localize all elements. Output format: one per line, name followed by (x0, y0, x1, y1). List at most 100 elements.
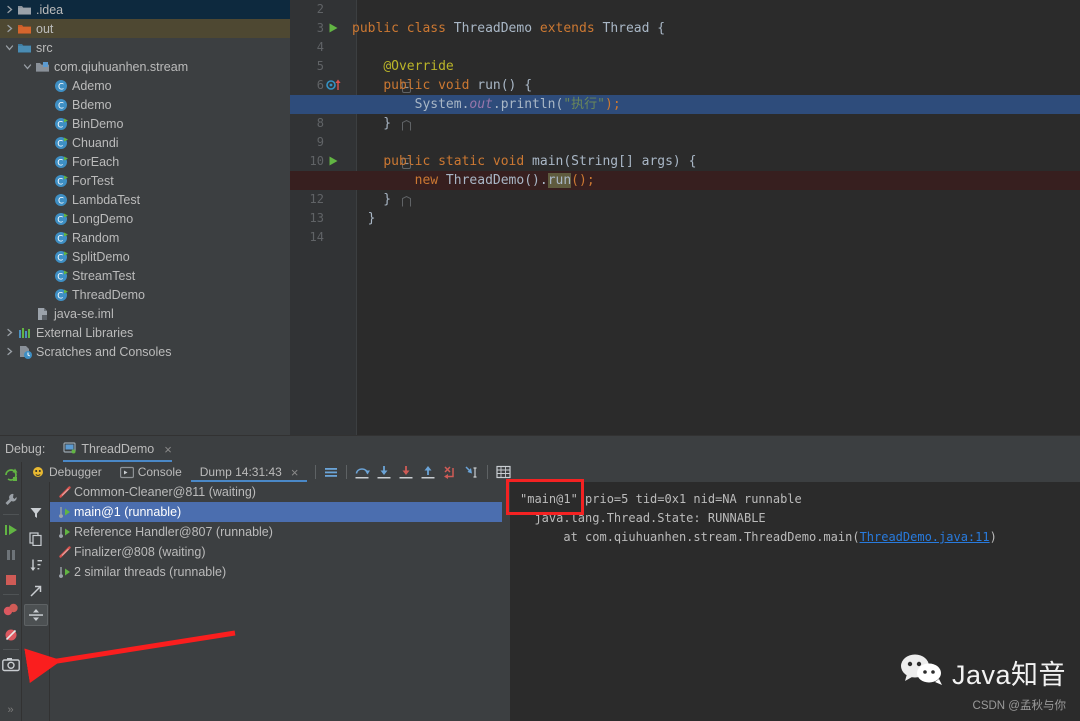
debug-tab-debugger[interactable]: Debugger (22, 462, 111, 482)
filter-icon[interactable] (24, 500, 48, 526)
override-icon[interactable] (326, 78, 341, 93)
tree-item-bdemo[interactable]: C Bdemo (0, 95, 290, 114)
thread-list-item[interactable]: Finalizer@808 (waiting) (50, 542, 502, 562)
debug-settings-icon[interactable] (0, 487, 22, 512)
mute-breakpoints-icon[interactable] (0, 622, 22, 647)
pause-program-icon[interactable] (0, 542, 22, 567)
toolbar-separator (2, 594, 19, 595)
tree-item-scratches-and-consoles[interactable]: Scratches and Consoles (0, 342, 290, 361)
tree-item-splitdemo[interactable]: C SplitDemo (0, 247, 290, 266)
debug-subtabs[interactable]: Debugger Console Dump 14:31:43 × (22, 462, 1080, 482)
show-options-menu-icon[interactable] (320, 463, 342, 481)
tree-item-label: BinDemo (72, 116, 124, 131)
debug-tab-dump[interactable]: Dump 14:31:43 × (190, 462, 308, 482)
console-icon (119, 466, 134, 479)
code-editor[interactable]: 234567891011121314 public class ThreadDe… (290, 0, 1080, 435)
code-line-5[interactable]: @Override (352, 57, 453, 76)
chevron-down-icon[interactable] (21, 57, 34, 76)
tree-item-com-qiuhuanhen-stream[interactable]: com.qiuhuanhen.stream (0, 57, 290, 76)
stop-icon[interactable] (0, 567, 22, 592)
get-thread-dump-icon[interactable] (0, 652, 22, 677)
svg-text:C: C (57, 291, 63, 301)
code-line-8[interactable]: } (352, 114, 391, 133)
tree-item-bindemo[interactable]: C BinDemo (0, 114, 290, 133)
thread-label: Finalizer@808 (waiting) (74, 545, 206, 559)
chevron-right-icon[interactable] (3, 342, 16, 361)
more-actions-icon[interactable]: » (0, 697, 22, 721)
thread-list-item[interactable]: 2 similar threads (runnable) (50, 562, 502, 582)
tree-item-external-libraries[interactable]: External Libraries (0, 323, 290, 342)
thread-list-item[interactable]: Common-Cleaner@811 (waiting) (50, 482, 502, 502)
fold-close-icon[interactable] (402, 194, 411, 207)
thread-list-item[interactable]: Reference Handler@807 (runnable) (50, 522, 502, 542)
run-icon[interactable] (326, 21, 341, 36)
close-icon[interactable]: × (159, 442, 172, 457)
tree-item-out[interactable]: out (0, 19, 290, 38)
tree-item-label: out (36, 21, 54, 36)
sort-icon[interactable] (24, 552, 48, 578)
tree-item-label: com.qiuhuanhen.stream (54, 59, 189, 74)
tree-item-idea[interactable]: .idea (0, 0, 290, 19)
thread-view-toolbar[interactable] (22, 482, 50, 721)
debug-left-toolbar[interactable]: » (0, 462, 22, 721)
drop-frame-icon[interactable] (439, 463, 461, 481)
editor-gutter[interactable]: 234567891011121314 (290, 0, 345, 435)
tree-item-longdemo[interactable]: C LongDemo (0, 209, 290, 228)
collapse-all-icon[interactable] (23, 604, 48, 626)
export-icon[interactable] (24, 578, 48, 604)
tree-item-label: Ademo (72, 78, 112, 93)
tree-item-lambdatest[interactable]: C LambdaTest (0, 190, 290, 209)
chevron-right-icon[interactable] (3, 19, 16, 38)
line-number: 2 (316, 2, 324, 16)
tree-item-src[interactable]: src (0, 38, 290, 57)
thread-label: main@1 (runnable) (74, 505, 182, 519)
watermark: Java知音 CSDN @孟秋与你 (899, 653, 1066, 713)
line-number: 5 (316, 59, 324, 73)
close-icon[interactable]: × (286, 465, 299, 480)
chevron-right-icon[interactable] (3, 323, 16, 342)
code-line-12[interactable]: } (352, 190, 391, 209)
tree-item-random[interactable]: C Random (0, 228, 290, 247)
tree-item-fortest[interactable]: C ForTest (0, 171, 290, 190)
run-icon[interactable] (326, 154, 341, 169)
fold-close-icon[interactable] (402, 118, 411, 131)
tree-item-threaddemo[interactable]: C ThreadDemo (0, 285, 290, 304)
watermark-subtitle: CSDN @孟秋与你 (972, 700, 1066, 712)
svg-text:C: C (58, 196, 64, 206)
chevron-down-icon[interactable] (3, 38, 16, 57)
tree-item-streamtest[interactable]: C StreamTest (0, 266, 290, 285)
package-icon (34, 57, 51, 76)
rerun-icon[interactable] (0, 462, 22, 487)
code-line-3[interactable]: public class ThreadDemo extends Thread { (352, 19, 665, 38)
force-step-into-icon[interactable] (395, 463, 417, 481)
code-line-6[interactable]: public void run() { (352, 76, 532, 95)
folder-gray-icon (16, 0, 33, 19)
run-to-cursor-icon[interactable] (461, 463, 483, 481)
resume-program-icon[interactable] (0, 517, 22, 542)
step-over-icon[interactable] (351, 463, 373, 481)
tree-item-java-se-iml[interactable]: java-se.iml (0, 304, 290, 323)
code-line-11[interactable]: new ThreadDemo().run(); (352, 171, 595, 190)
project-tree-panel[interactable]: .idea out src com.qiuhuanhen.stream C Ademo C B… (0, 0, 290, 435)
thread-list-item[interactable]: main@1 (runnable) (50, 502, 502, 522)
evaluate-expression-icon[interactable] (492, 463, 514, 481)
code-line-10[interactable]: public static void main(String[] args) { (352, 152, 696, 171)
iml-icon (34, 304, 51, 323)
code-line-7[interactable]: System.out.println("执行"); (352, 95, 621, 114)
step-out-icon[interactable] (417, 463, 439, 481)
debug-run-config-tab[interactable]: ThreadDemo × (63, 436, 172, 462)
line-number: 6 (316, 78, 324, 92)
tree-item-chuandi[interactable]: C Chuandi (0, 133, 290, 152)
copy-icon[interactable] (24, 526, 48, 552)
thread-list[interactable]: Common-Cleaner@811 (waiting) main@1 (runn… (50, 482, 502, 721)
step-into-icon[interactable] (373, 463, 395, 481)
view-breakpoints-icon[interactable] (0, 597, 22, 622)
chevron-right-icon[interactable] (3, 0, 16, 19)
debug-tab-console[interactable]: Console (111, 462, 191, 482)
tree-item-foreach[interactable]: C ForEach (0, 152, 290, 171)
thread-runnable-icon (56, 502, 74, 522)
tree-item-ademo[interactable]: C Ademo (0, 76, 290, 95)
source-link[interactable]: ThreadDemo.java:11 (860, 530, 990, 544)
code-line-13[interactable]: } (352, 209, 376, 228)
